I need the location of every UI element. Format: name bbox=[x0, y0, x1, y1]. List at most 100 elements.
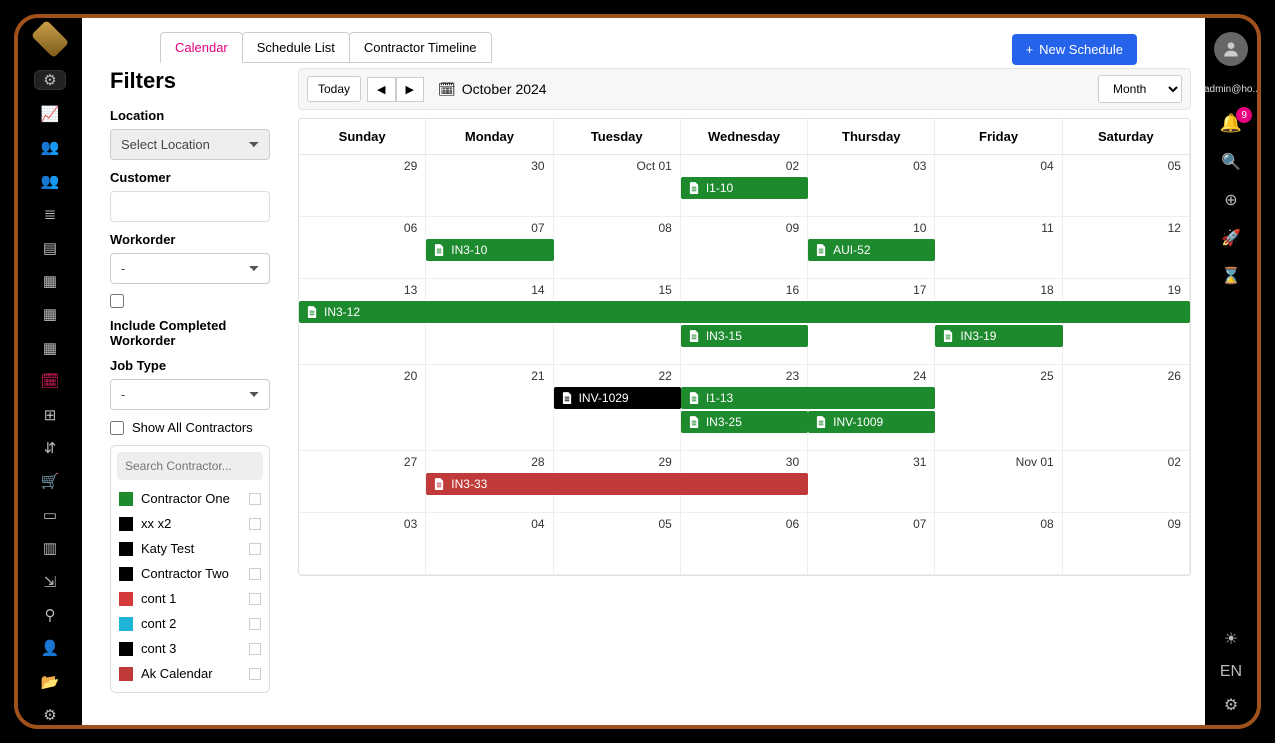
contractor-row[interactable]: xx x2 bbox=[117, 511, 263, 536]
nav-doc2-icon[interactable]: ▦ bbox=[34, 305, 66, 324]
workorder-select[interactable]: - bbox=[110, 253, 270, 284]
search-icon[interactable]: 🔍 bbox=[1221, 152, 1241, 172]
nav-user-icon[interactable]: 👤 bbox=[34, 639, 66, 658]
calendar-day[interactable]: Oct 01 bbox=[554, 155, 681, 217]
nav-list-icon[interactable]: ≣ bbox=[34, 204, 66, 223]
calendar-event[interactable]: INV-1009 bbox=[808, 411, 935, 433]
contractor-checkbox[interactable] bbox=[249, 518, 261, 530]
settings-icon[interactable]: ⚙ bbox=[1224, 695, 1238, 715]
prev-button[interactable]: ◀ bbox=[367, 77, 395, 102]
contractor-checkbox[interactable] bbox=[249, 593, 261, 605]
contractor-row[interactable]: Katy Test bbox=[117, 536, 263, 561]
calendar-day[interactable]: 03 bbox=[808, 155, 935, 217]
calendar-day[interactable]: 11 bbox=[935, 217, 1062, 279]
nav-bar2-icon[interactable]: ▥ bbox=[34, 539, 66, 558]
calendar-event[interactable]: IN3-25 bbox=[681, 411, 808, 433]
show-all-checkbox[interactable] bbox=[110, 421, 124, 435]
tab-calendar[interactable]: Calendar bbox=[160, 32, 243, 63]
nav-person-icon[interactable]: ⚲ bbox=[34, 605, 66, 624]
contractor-checkbox[interactable] bbox=[249, 643, 261, 655]
calendar-day[interactable]: 08 bbox=[935, 513, 1062, 575]
calendar-day[interactable]: 25 bbox=[935, 365, 1062, 451]
location-select[interactable]: Select Location bbox=[110, 129, 270, 160]
hourglass-icon[interactable]: ⌛ bbox=[1221, 266, 1241, 286]
event-label: IN3-19 bbox=[960, 329, 996, 343]
calendar-event[interactable]: IN3-19 bbox=[935, 325, 1062, 347]
calendar-day[interactable]: 02 bbox=[1063, 451, 1190, 513]
calendar-event[interactable]: INV-1029 bbox=[554, 387, 681, 409]
contractor-search-input[interactable] bbox=[117, 452, 263, 480]
calendar-day[interactable]: 20 bbox=[299, 365, 426, 451]
contractor-row[interactable]: cont 2 bbox=[117, 611, 263, 636]
nav-bar-icon[interactable]: ▤ bbox=[34, 238, 66, 257]
calendar-day[interactable]: 09 bbox=[681, 217, 808, 279]
calendar-day[interactable]: 29 bbox=[299, 155, 426, 217]
today-button[interactable]: Today bbox=[307, 76, 361, 102]
contractor-checkbox[interactable] bbox=[249, 568, 261, 580]
nav-calendar-icon[interactable]: 🗓 bbox=[34, 371, 66, 390]
nav-users2-icon[interactable]: 👥 bbox=[34, 171, 66, 190]
nav-box-icon[interactable]: ⊞ bbox=[34, 405, 66, 424]
calendar-day[interactable]: 04 bbox=[935, 155, 1062, 217]
theme-icon[interactable]: ☀ bbox=[1224, 629, 1238, 649]
calendar-day[interactable]: 27 bbox=[299, 451, 426, 513]
contractor-checkbox[interactable] bbox=[249, 543, 261, 555]
calendar-event[interactable]: AUI-52 bbox=[808, 239, 935, 261]
add-icon[interactable]: ⊕ bbox=[1224, 190, 1237, 210]
lang-button[interactable]: EN bbox=[1220, 663, 1242, 681]
nav-doc1-icon[interactable]: ▦ bbox=[34, 271, 66, 290]
next-button[interactable]: ▶ bbox=[396, 77, 424, 102]
day-number: 27 bbox=[307, 455, 417, 469]
nav-folder-icon[interactable]: 📂 bbox=[34, 672, 66, 691]
calendar-day[interactable]: 12 bbox=[1063, 217, 1190, 279]
nav-users-icon[interactable]: 👥 bbox=[34, 138, 66, 157]
view-select[interactable]: Month bbox=[1098, 75, 1182, 103]
day-number: 04 bbox=[943, 159, 1053, 173]
calendar-day[interactable]: Nov 01 bbox=[935, 451, 1062, 513]
calendar-event[interactable]: IN3-33 bbox=[426, 473, 808, 495]
day-number: 06 bbox=[307, 221, 417, 235]
nav-chart-icon[interactable]: 📈 bbox=[34, 104, 66, 123]
nav-cart-icon[interactable]: 🛒 bbox=[34, 472, 66, 491]
calendar-day[interactable]: 03 bbox=[299, 513, 426, 575]
calendar-day[interactable]: 30 bbox=[426, 155, 553, 217]
calendar-day[interactable]: 21 bbox=[426, 365, 553, 451]
contractor-checkbox[interactable] bbox=[249, 618, 261, 630]
nav-gear-icon[interactable]: ⚙ bbox=[34, 706, 66, 725]
calendar-day[interactable]: 05 bbox=[1063, 155, 1190, 217]
contractor-row[interactable]: Ak Calendar bbox=[117, 661, 263, 686]
calendar-day[interactable]: 08 bbox=[554, 217, 681, 279]
nav-doc3-icon[interactable]: ▦ bbox=[34, 338, 66, 357]
calendar-day[interactable]: 26 bbox=[1063, 365, 1190, 451]
calendar-event[interactable]: IN3-10 bbox=[426, 239, 553, 261]
nav-filter-icon[interactable]: ⚙ bbox=[34, 70, 66, 90]
calendar-day[interactable]: 06 bbox=[299, 217, 426, 279]
nav-card-icon[interactable]: ▭ bbox=[34, 505, 66, 524]
calendar-event[interactable]: IN3-15 bbox=[681, 325, 808, 347]
contractor-row[interactable]: Contractor One bbox=[117, 486, 263, 511]
include-completed-checkbox[interactable] bbox=[110, 294, 124, 308]
notifications-button[interactable]: 🔔9 bbox=[1220, 113, 1242, 134]
contractor-checkbox[interactable] bbox=[249, 493, 261, 505]
calendar-day[interactable]: 04 bbox=[426, 513, 553, 575]
calendar-event[interactable]: IN3-12 bbox=[299, 301, 1190, 323]
right-bar: admin@ho.. 🔔9 🔍 ⊕ 🚀 ⌛ ☀ EN ⚙ bbox=[1205, 18, 1257, 725]
contractor-row[interactable]: cont 3 bbox=[117, 636, 263, 661]
avatar[interactable] bbox=[1214, 32, 1248, 66]
customer-label: Customer bbox=[110, 170, 274, 185]
contractor-row[interactable]: Contractor Two bbox=[117, 561, 263, 586]
calendar-event[interactable]: I1-13 bbox=[681, 387, 936, 409]
calendar-day[interactable]: 07 bbox=[808, 513, 935, 575]
customer-input[interactable] bbox=[110, 191, 270, 222]
rocket-icon[interactable]: 🚀 bbox=[1221, 228, 1241, 248]
nav-org-icon[interactable]: ⇵ bbox=[34, 438, 66, 457]
calendar-day[interactable]: 09 bbox=[1063, 513, 1190, 575]
calendar-day[interactable]: 06 bbox=[681, 513, 808, 575]
contractor-row[interactable]: cont 1 bbox=[117, 586, 263, 611]
calendar-day[interactable]: 05 bbox=[554, 513, 681, 575]
calendar-event[interactable]: I1-10 bbox=[681, 177, 808, 199]
jobtype-select[interactable]: - bbox=[110, 379, 270, 410]
contractor-checkbox[interactable] bbox=[249, 668, 261, 680]
calendar-day[interactable]: 31 bbox=[808, 451, 935, 513]
nav-export-icon[interactable]: ⇲ bbox=[34, 572, 66, 591]
